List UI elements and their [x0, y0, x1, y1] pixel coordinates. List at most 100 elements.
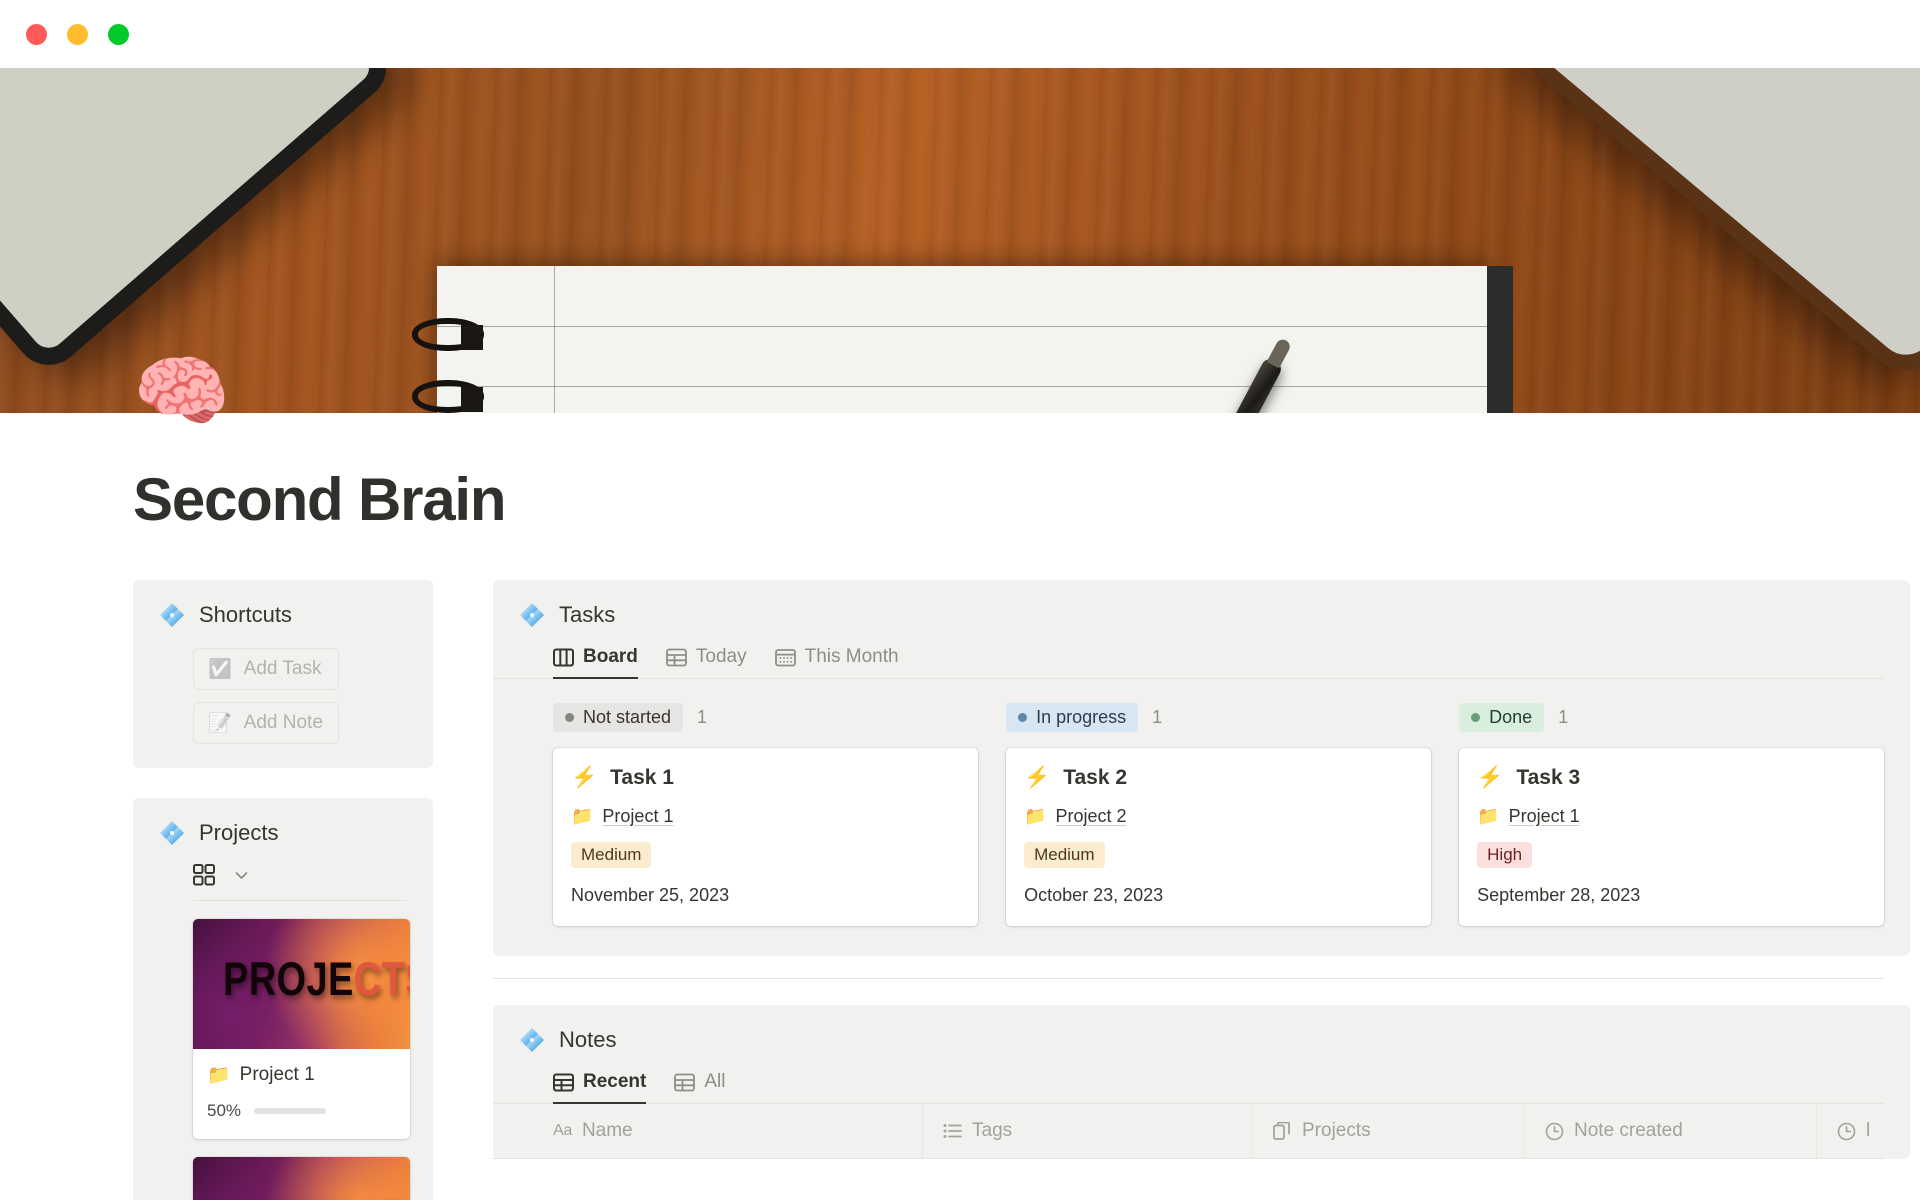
left-column: Shortcuts ✅ Add Task 📝 Add Note Projects…: [133, 580, 433, 1200]
status-badge[interactable]: In progress: [1006, 703, 1139, 732]
board-column-done: Done 1 ⚡ Task 3 📁 Project 1 High Septemb…: [1459, 703, 1885, 926]
task-title-row: ⚡ Task 1: [571, 766, 960, 790]
clock-icon: [1837, 1122, 1856, 1141]
project-card[interactable]: PROJECTS 📁 Project 2: [193, 1157, 410, 1200]
tasks-title: Tasks: [559, 602, 616, 627]
notes-title: Notes: [559, 1027, 617, 1052]
tab-this-month[interactable]: This Month: [774, 646, 899, 679]
column-count: 1: [1152, 707, 1163, 727]
folder-icon: 📁: [1024, 806, 1047, 826]
window-title-bar: [0, 0, 1920, 68]
task-due-date: November 25, 2023: [571, 885, 730, 905]
project-progress: 50%: [207, 1101, 396, 1121]
tasks-panel: Tasks Board Today This Month Not started…: [493, 580, 1911, 956]
multi-select-icon: [943, 1123, 962, 1139]
page-content: 🧠 Second Brain Shortcuts ✅ Add Task 📝 Ad…: [0, 352, 1920, 1200]
cover-spiral-ring: [412, 380, 484, 413]
tab-all[interactable]: All: [674, 1071, 725, 1104]
board-column-not-started: Not started 1 ⚡ Task 1 📁 Project 1 Mediu…: [553, 703, 979, 926]
traffic-lights: [26, 23, 129, 45]
status-dot-icon: [1018, 713, 1028, 722]
column-header-projects-label: Projects: [1302, 1120, 1371, 1141]
task-project-name: Project 2: [1055, 806, 1127, 826]
lightning-icon: ⚡: [571, 766, 598, 789]
task-project-row[interactable]: 📁 Project 1: [571, 806, 960, 827]
cover-spiral-ring: [412, 318, 484, 351]
brain-icon[interactable]: 🧠: [133, 352, 230, 430]
task-card[interactable]: ⚡ Task 3 📁 Project 1 High September 28, …: [1459, 748, 1885, 926]
gallery-view-icon[interactable]: [193, 864, 215, 886]
tab-today-label: Today: [695, 646, 747, 667]
add-task-button[interactable]: ✅ Add Task: [193, 648, 339, 690]
column-header-name[interactable]: Aa Name: [553, 1104, 923, 1158]
progress-bar: [254, 1108, 327, 1114]
task-due-date: October 23, 2023: [1024, 885, 1164, 905]
task-project-name: Project 1: [602, 806, 674, 826]
projects-panel: Projects PROJECT 📁 Project 1 50%: [133, 798, 433, 1200]
table-view-icon: [553, 1073, 574, 1092]
close-button[interactable]: [26, 23, 47, 45]
project-name: Project 1: [239, 1064, 315, 1085]
shortcuts-list: ✅ Add Task 📝 Add Note: [133, 628, 433, 744]
main-column: Tasks Board Today This Month Not started…: [493, 580, 1911, 1159]
priority-badge: Medium: [571, 842, 652, 868]
column-header-last-edited[interactable]: l: [1817, 1104, 1884, 1158]
board-column-header: In progress 1: [1006, 703, 1431, 732]
cover-notebook: [437, 266, 1513, 413]
minimize-button[interactable]: [67, 23, 88, 45]
tasks-header: Tasks: [493, 580, 1910, 628]
status-badge[interactable]: Not started: [553, 703, 684, 732]
projects-divider: [193, 900, 407, 901]
tab-today[interactable]: Today: [666, 646, 747, 679]
tasks-board: Not started 1 ⚡ Task 1 📁 Project 1 Mediu…: [493, 679, 1910, 926]
board-column-in-progress: In progress 1 ⚡ Task 2 📁 Project 2 Mediu…: [1006, 703, 1432, 926]
calendar-view-icon: [774, 648, 796, 667]
task-due-date: September 28, 2023: [1477, 885, 1641, 905]
status-label: Not started: [583, 707, 672, 727]
notes-panel: Notes Recent All Aa Name Tags Projects N…: [493, 1005, 1911, 1159]
project-thumbnail-text: PROJECTS: [223, 953, 410, 1007]
board-view-icon: [553, 648, 574, 667]
project-thumbnail: PROJECTS: [193, 919, 410, 1049]
text-aa-icon: Aa: [553, 1122, 572, 1139]
task-project-row[interactable]: 📁 Project 1: [1477, 806, 1866, 827]
tasks-tabs: Board Today This Month: [493, 628, 1885, 679]
chevron-down-icon[interactable]: [233, 867, 250, 884]
maximize-button[interactable]: [108, 23, 129, 45]
column-header-last-edited-label: l: [1866, 1120, 1871, 1141]
task-card[interactable]: ⚡ Task 1 📁 Project 1 Medium November 25,…: [553, 748, 979, 926]
notes-table-header-row: Aa Name Tags Projects Note created l: [493, 1104, 1885, 1159]
table-view-icon: [674, 1073, 696, 1092]
gem-icon: [159, 602, 185, 628]
column-header-note-created[interactable]: Note created: [1525, 1104, 1817, 1158]
column-header-projects[interactable]: Projects: [1253, 1104, 1525, 1158]
project-card[interactable]: PROJECTS 📁 Project 1 50%: [193, 919, 410, 1139]
task-title: Task 1: [610, 766, 674, 789]
project-card-body: 📁 Project 1 50%: [193, 1049, 410, 1139]
shortcuts-title: Shortcuts: [199, 602, 292, 627]
column-count: 1: [1558, 707, 1569, 727]
column-header-note-created-label: Note created: [1574, 1120, 1683, 1141]
projects-title: Projects: [199, 820, 279, 845]
add-note-button[interactable]: 📝 Add Note: [193, 702, 339, 744]
project-thumbnail: PROJECTS: [193, 1157, 410, 1200]
task-title-row: ⚡ Task 2: [1024, 766, 1413, 790]
task-title-row: ⚡ Task 3: [1477, 766, 1866, 790]
lightning-icon: ⚡: [1024, 766, 1051, 789]
shortcuts-header: Shortcuts: [133, 580, 433, 628]
task-project-row[interactable]: 📁 Project 2: [1024, 806, 1413, 827]
project-name-row: 📁 Project 1: [207, 1063, 396, 1087]
clock-icon: [1545, 1122, 1564, 1141]
tab-board[interactable]: Board: [553, 646, 638, 679]
gem-icon: [519, 602, 545, 628]
status-label: In progress: [1036, 707, 1127, 727]
folder-icon: 📁: [207, 1065, 231, 1086]
column-header-tags[interactable]: Tags: [923, 1104, 1253, 1158]
tab-recent[interactable]: Recent: [553, 1071, 647, 1104]
column-header-tags-label: Tags: [972, 1120, 1013, 1141]
projects-header: Projects: [133, 798, 433, 846]
tab-all-label: All: [704, 1071, 726, 1092]
tab-recent-label: Recent: [583, 1071, 647, 1092]
status-badge[interactable]: Done: [1459, 703, 1545, 732]
task-card[interactable]: ⚡ Task 2 📁 Project 2 Medium October 23, …: [1006, 748, 1432, 926]
